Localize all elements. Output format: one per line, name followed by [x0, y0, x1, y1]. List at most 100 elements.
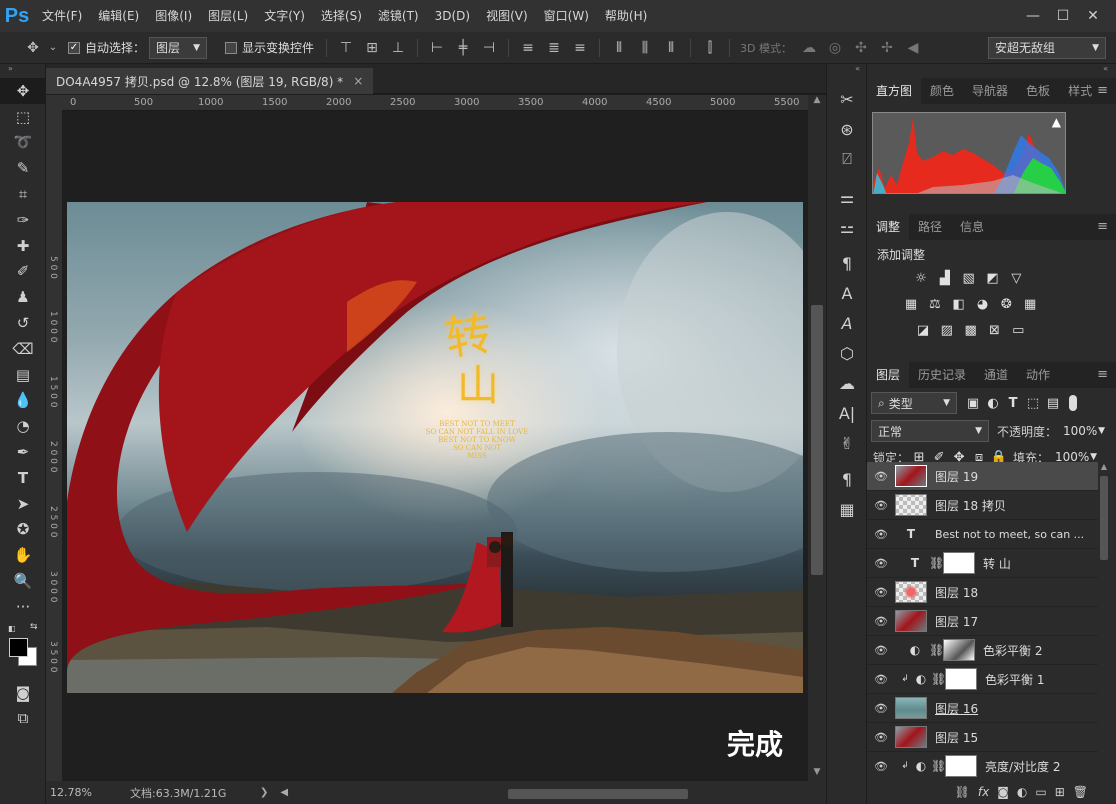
tab-history[interactable]: 历史记录	[909, 362, 975, 388]
filter-toggle[interactable]	[1069, 395, 1077, 411]
tab-color[interactable]: 颜色	[921, 78, 963, 104]
tab-adjustments[interactable]: 调整	[867, 214, 910, 240]
move-tool-preset-icon[interactable]: ✥	[20, 36, 46, 60]
black-white-icon[interactable]: ◧	[949, 295, 969, 313]
align-right-icon[interactable]: ⊣	[476, 36, 502, 60]
scroll-left-icon[interactable]: ◀	[280, 787, 288, 798]
auto-align-icon[interactable]: ⫿	[697, 36, 723, 60]
lasso-tool-icon[interactable]: ➰	[0, 130, 46, 156]
close-window-button[interactable]: ✕	[1078, 6, 1108, 26]
history-brush-tool-icon[interactable]: ↺	[0, 310, 46, 336]
distribute-vcenter-icon[interactable]: ≣	[541, 36, 567, 60]
paragraph-icon[interactable]: ¶	[827, 464, 867, 494]
selective-color-icon[interactable]: ⊠	[984, 321, 1004, 339]
menu-view[interactable]: 视图(V)	[478, 0, 536, 32]
tab-actions[interactable]: 动作	[1017, 362, 1059, 388]
blend-mode-dropdown[interactable]: 正常 ▼	[871, 420, 989, 442]
menu-file[interactable]: 文件(F)	[34, 0, 90, 32]
layer-name[interactable]: 转 山	[983, 555, 1011, 572]
canvas-area[interactable]: 转 山 BEST NOT TO MEET SO CAN NOT FALL IN …	[62, 111, 808, 781]
collapse-icon[interactable]: «	[827, 64, 866, 84]
status-menu-arrow[interactable]: ❯	[260, 787, 268, 798]
gradient-map-icon[interactable]: ▭	[1008, 321, 1028, 339]
show-transform-checkbox[interactable]	[225, 41, 238, 54]
shape-tool-icon[interactable]: ✪	[0, 517, 46, 543]
layer-name[interactable]: 色彩平衡 1	[985, 671, 1044, 688]
panel-menu-icon[interactable]: ≡	[1097, 219, 1108, 234]
tab-info[interactable]: 信息	[951, 214, 993, 240]
zoom-level[interactable]: 12.78%	[46, 786, 106, 799]
layer-name[interactable]: 图层 16	[935, 700, 978, 717]
libraries-icon[interactable]: ☁	[827, 368, 867, 398]
path-select-tool-icon[interactable]: ➤	[0, 491, 46, 517]
horizontal-scrollbar[interactable]	[298, 787, 758, 799]
tab-histogram[interactable]: 直方图	[867, 78, 922, 104]
curves-icon[interactable]: ▧	[959, 269, 979, 287]
photo-filter-icon[interactable]: ◕	[972, 295, 992, 313]
eye-icon[interactable]: 👁	[867, 615, 895, 628]
scroll-up-icon[interactable]: ▲	[1098, 462, 1110, 471]
opacity-input[interactable]: 100% ▼	[1057, 420, 1111, 442]
zoom-tool-icon[interactable]: 🔍	[0, 568, 46, 594]
warning-icon[interactable]: ▲	[1052, 115, 1061, 129]
filter-adjustment-icon[interactable]: ◐	[983, 394, 1003, 412]
layer-row[interactable]: 👁 T ⛓ 转 山	[867, 549, 1098, 578]
delete-layer-icon[interactable]: 🗑	[1073, 785, 1088, 799]
type-tool-icon[interactable]: T	[0, 465, 46, 491]
brush-presets-icon[interactable]: ⍁	[827, 144, 867, 174]
brightness-contrast-icon[interactable]: ☼	[911, 269, 931, 287]
eye-icon[interactable]: 👁	[867, 557, 895, 570]
gradient-adjust-icon[interactable]: ▽	[1006, 269, 1026, 287]
scroll-down-icon[interactable]: ▼	[808, 767, 826, 777]
auto-select-dropdown[interactable]: 图层 ▼	[149, 36, 208, 59]
eraser-tool-icon[interactable]: ⌫	[0, 336, 46, 362]
layer-row[interactable]: 👁 图层 15	[867, 723, 1098, 752]
layer-comps-icon[interactable]: ⚍	[827, 212, 867, 242]
scroll-up-icon[interactable]: ▲	[808, 95, 826, 109]
layer-name[interactable]: Best not to meet, so can ...	[935, 528, 1084, 541]
workspace-dropdown[interactable]: 安超无敌组 ▼	[988, 36, 1106, 59]
layer-row[interactable]: 👁 图层 18 拷贝	[867, 491, 1098, 520]
eye-icon[interactable]: 👁	[867, 731, 895, 744]
layer-row[interactable]: 👁 ↲ ◐ ⛓ 亮度/对比度 2	[867, 752, 1098, 781]
color-balance-icon[interactable]: ⚖	[925, 295, 945, 313]
auto-select-checkbox[interactable]: ✓	[68, 41, 80, 54]
layer-name[interactable]: 图层 19	[935, 468, 978, 485]
layer-name[interactable]: 亮度/对比度 2	[985, 758, 1061, 775]
glyphs-icon[interactable]: A	[827, 308, 867, 338]
layer-row[interactable]: 👁 图层 18	[867, 578, 1098, 607]
menu-edit[interactable]: 编辑(E)	[90, 0, 147, 32]
quick-mask-icon[interactable]: ◙	[0, 680, 46, 706]
scroll-thumb[interactable]	[508, 788, 689, 799]
scroll-thumb[interactable]	[1100, 476, 1108, 560]
eye-icon[interactable]: 👁	[867, 760, 895, 773]
hue-saturation-icon[interactable]: ▦	[901, 295, 921, 313]
character-styles-icon[interactable]: A	[827, 278, 867, 308]
menu-image[interactable]: 图像(I)	[147, 0, 200, 32]
posterize-icon[interactable]: ▨	[937, 321, 957, 339]
fx-icon[interactable]: fx	[978, 785, 989, 799]
minimize-button[interactable]: —	[1018, 6, 1048, 26]
marquee-tool-icon[interactable]: ⬚	[0, 104, 46, 130]
document-image[interactable]: 转 山 BEST NOT TO MEET SO CAN NOT FALL IN …	[67, 202, 803, 693]
tab-paths[interactable]: 路径	[909, 214, 951, 240]
pen-tool-icon[interactable]: ✒	[0, 439, 46, 465]
chevron-down-icon[interactable]: ⌄	[46, 36, 60, 60]
canvas-vertical-scrollbar[interactable]: ▲ ▼	[808, 95, 826, 781]
tab-navigator[interactable]: 导航器	[963, 78, 1017, 104]
add-mask-icon[interactable]: ◙	[997, 785, 1009, 799]
link-icon[interactable]: ⛓	[931, 759, 946, 773]
layer-row[interactable]: 👁 图层 19	[867, 462, 1098, 491]
align-vcenter-icon[interactable]: ⊞	[359, 36, 385, 60]
levels-icon[interactable]: ▟	[935, 269, 955, 287]
layer-name[interactable]: 色彩平衡 2	[983, 642, 1042, 659]
3d-icon[interactable]: ⬡	[827, 338, 867, 368]
layer-name[interactable]: 图层 15	[935, 729, 978, 746]
align-hcenter-icon[interactable]: ╪	[450, 36, 476, 60]
layer-row[interactable]: 👁 ↲ ◐ ⛓ 色彩平衡 1	[867, 665, 1098, 694]
hand-tool-icon[interactable]: ✋	[0, 542, 46, 568]
menu-help[interactable]: 帮助(H)	[597, 0, 655, 32]
orbit-3d-icon[interactable]: ☁	[796, 36, 822, 60]
close-icon[interactable]: ×	[353, 74, 363, 88]
align-left-icon[interactable]: ⊢	[424, 36, 450, 60]
